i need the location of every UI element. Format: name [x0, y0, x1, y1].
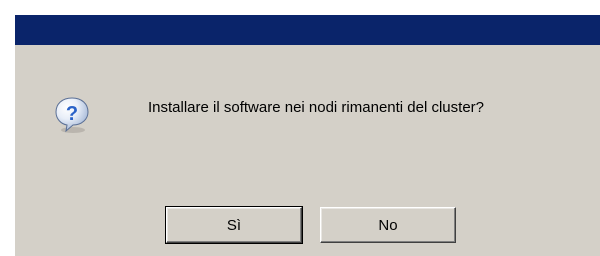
- title-bar[interactable]: [15, 15, 600, 45]
- dialog-message: Installare il software nei nodi rimanent…: [148, 99, 484, 116]
- no-button[interactable]: No: [320, 207, 456, 243]
- yes-button-label: Sì: [226, 216, 242, 234]
- svg-text:?: ?: [66, 103, 78, 125]
- confirm-dialog: ? Installare il software nei nodi rimane…: [14, 14, 600, 256]
- question-icon: ?: [53, 96, 91, 134]
- no-button-label: No: [378, 216, 398, 234]
- yes-button[interactable]: Sì: [165, 206, 303, 244]
